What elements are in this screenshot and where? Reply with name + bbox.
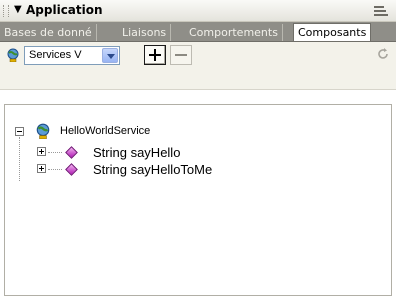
add-component-button[interactable] — [144, 45, 166, 65]
expand-toggle-icon[interactable] — [37, 147, 46, 156]
application-panel: ▼ Application Bases de donné Liaisons Co… — [0, 0, 396, 304]
tab-bases-de-donnees[interactable]: Bases de donné — [0, 24, 97, 41]
tree-method-row[interactable]: String sayHello — [5, 145, 385, 161]
collapse-triangle-icon[interactable]: ▼ — [14, 4, 22, 15]
panel-title: Application — [26, 3, 103, 17]
tab-liaisons[interactable]: Liaisons — [118, 24, 172, 41]
tree-method-label: String sayHelloToMe — [93, 162, 213, 177]
components-tree[interactable]: HelloWorldService String sayHello String… — [4, 104, 392, 296]
expand-toggle-icon[interactable] — [37, 164, 46, 173]
tree-method-row[interactable]: String sayHelloToMe — [5, 162, 385, 178]
method-diamond-icon — [65, 163, 78, 176]
refresh-icon[interactable] — [376, 47, 390, 61]
web-service-globe-icon — [36, 123, 50, 139]
components-toolbar: Services V — [0, 42, 396, 90]
drag-grip-icon[interactable] — [3, 5, 9, 17]
tab-bar: Bases de donné Liaisons Comportements Co… — [0, 22, 396, 42]
tree-method-label: String sayHello — [93, 145, 181, 160]
tree-root-label: HelloWorldService — [60, 125, 151, 137]
service-type-select[interactable]: Services V — [24, 46, 120, 65]
panel-titlebar[interactable]: ▼ Application — [0, 0, 396, 22]
panel-options-menu-icon[interactable] — [374, 5, 388, 17]
remove-component-button[interactable] — [170, 45, 192, 65]
tree-root-row[interactable]: HelloWorldService — [5, 123, 385, 139]
chevron-down-icon[interactable] — [102, 48, 118, 63]
panel-bottom-edge — [0, 296, 396, 304]
collapse-toggle-icon[interactable] — [15, 127, 24, 136]
tab-composants[interactable]: Composants — [293, 23, 372, 41]
service-type-value: Services V — [29, 49, 82, 61]
minus-icon — [175, 54, 187, 56]
web-service-globe-icon — [7, 48, 19, 62]
tab-comportements[interactable]: Comportements — [185, 24, 283, 41]
method-diamond-icon — [65, 146, 78, 159]
